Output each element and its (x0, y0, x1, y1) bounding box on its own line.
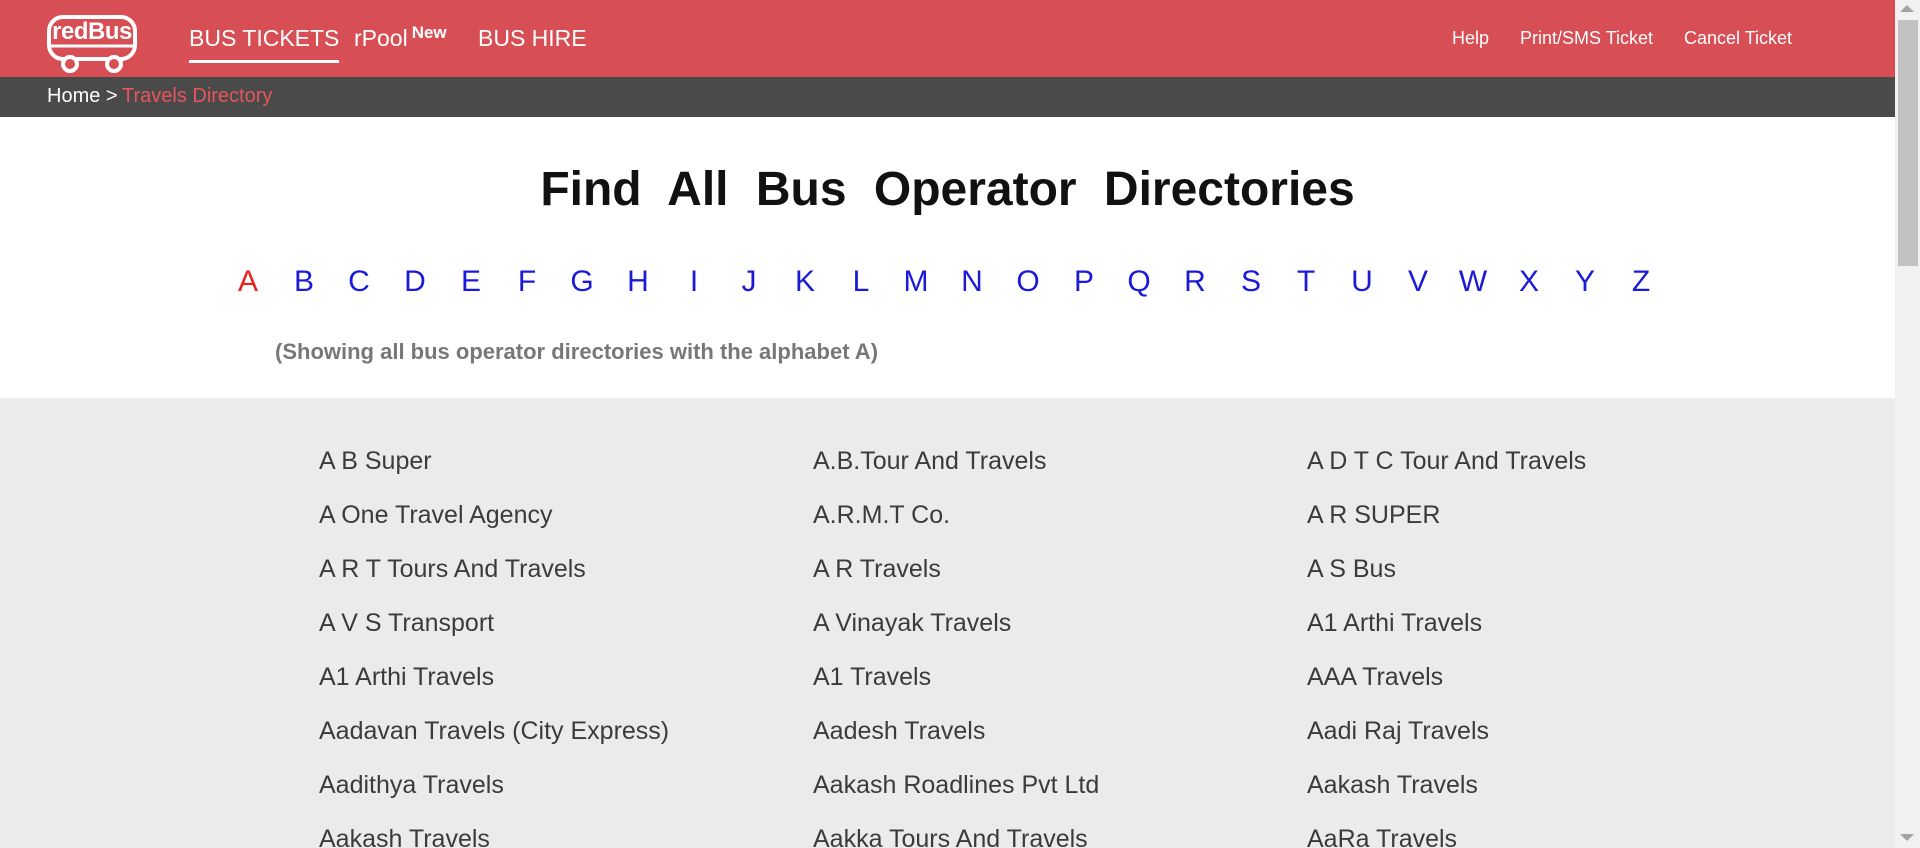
new-badge: New (411, 23, 447, 42)
operator-link[interactable]: A R Travels (813, 555, 941, 584)
alphabet-letter-a[interactable]: A (228, 265, 268, 299)
alphabet-letter-j[interactable]: J (729, 265, 769, 299)
scroll-down-icon[interactable] (1900, 834, 1914, 841)
operator-link[interactable]: A D T C Tour And Travels (1307, 447, 1586, 476)
nav-bus-tickets-label: BUS TICKETS (189, 25, 340, 51)
alphabet-letter-l[interactable]: L (841, 265, 881, 299)
alphabet-letter-q[interactable]: Q (1119, 265, 1159, 299)
redbus-logo[interactable]: redBus (46, 14, 138, 74)
alphabet-letter-v[interactable]: V (1398, 265, 1438, 299)
directory-header-panel: Find All Bus Operator Directories ABCDEF… (0, 117, 1895, 398)
alphabet-letter-o[interactable]: O (1008, 265, 1048, 299)
alphabet-letter-m[interactable]: M (896, 265, 936, 299)
alphabet-letter-t[interactable]: T (1286, 265, 1326, 299)
page-title: Find All Bus Operator Directories (540, 163, 1355, 216)
operator-link[interactable]: A R SUPER (1307, 501, 1440, 530)
breadcrumb-current: Travels Directory (122, 85, 273, 107)
operator-link[interactable]: Aadithya Travels (319, 771, 504, 800)
alphabet-letter-e[interactable]: E (451, 265, 491, 299)
alphabet-letter-c[interactable]: C (339, 265, 379, 299)
operator-link[interactable]: A1 Travels (813, 663, 931, 692)
alphabet-letter-f[interactable]: F (507, 265, 547, 299)
alphabet-letter-d[interactable]: D (395, 265, 435, 299)
breadcrumb-home[interactable]: Home > (47, 85, 118, 108)
alphabet-letter-g[interactable]: G (562, 265, 602, 299)
alphabet-letter-w[interactable]: W (1453, 265, 1493, 299)
logo-text: redBus (52, 18, 132, 45)
nav-rpool[interactable]: rPool New (354, 23, 447, 52)
showing-note: (Showing all bus operator directories wi… (275, 339, 879, 364)
operator-link[interactable]: A.B.Tour And Travels (813, 447, 1046, 476)
nav-bus-hire-label: BUS HIRE (478, 25, 587, 51)
operator-link[interactable]: AAA Travels (1307, 663, 1443, 692)
scroll-up-icon[interactable] (1900, 5, 1914, 12)
operator-link[interactable]: A One Travel Agency (319, 501, 552, 530)
alphabet-letter-r[interactable]: R (1175, 265, 1215, 299)
alphabet-letter-i[interactable]: I (674, 265, 714, 299)
operator-link[interactable]: AaRa Travels (1307, 825, 1457, 848)
alphabet-letter-s[interactable]: S (1231, 265, 1271, 299)
operator-link[interactable]: A V S Transport (319, 609, 494, 638)
scrollbar-thumb[interactable] (1898, 20, 1918, 266)
top-navigation-bar: redBus BUS TICKETS rPool New BUS HIRE Hel… (0, 0, 1895, 77)
nav-bus-tickets[interactable]: BUS TICKETS (189, 25, 340, 63)
operator-link[interactable]: A Vinayak Travels (813, 609, 1011, 638)
operator-link[interactable]: A1 Arthi Travels (319, 663, 494, 692)
operator-link[interactable]: Aadi Raj Travels (1307, 717, 1489, 746)
alphabet-letter-u[interactable]: U (1342, 265, 1382, 299)
operator-link[interactable]: Aadesh Travels (813, 717, 985, 746)
operator-link[interactable]: Aakka Tours And Travels (813, 825, 1088, 848)
breadcrumb: Home > Travels Directory (0, 77, 1895, 117)
operator-link[interactable]: A B Super (319, 447, 432, 476)
operator-link[interactable]: A R T Tours And Travels (319, 555, 586, 584)
alphabet-filter: ABCDEFGHIJKLMNOPQRSTUVWXYZ (0, 265, 1895, 305)
operator-link[interactable]: Aakash Travels (319, 825, 490, 848)
cancel-ticket-link[interactable]: Cancel Ticket (1684, 28, 1792, 49)
print-sms-ticket-link[interactable]: Print/SMS Ticket (1520, 28, 1653, 49)
alphabet-letter-y[interactable]: Y (1565, 265, 1605, 299)
operator-link[interactable]: Aadavan Travels (City Express) (319, 717, 669, 746)
operator-list: A B Super A.B.Tour And Travels A D T C Tou… (0, 398, 1895, 848)
alphabet-letter-h[interactable]: H (618, 265, 658, 299)
alphabet-letter-k[interactable]: K (785, 265, 825, 299)
operator-link[interactable]: A S Bus (1307, 555, 1396, 584)
alphabet-letter-p[interactable]: P (1064, 265, 1104, 299)
operator-link[interactable]: A1 Arthi Travels (1307, 609, 1482, 638)
operator-link[interactable]: Aakash Roadlines Pvt Ltd (813, 771, 1099, 800)
alphabet-letter-x[interactable]: X (1509, 265, 1549, 299)
alphabet-letter-b[interactable]: B (284, 265, 324, 299)
operator-link[interactable]: Aakash Travels (1307, 771, 1478, 800)
operator-link[interactable]: A.R.M.T Co. (813, 501, 950, 530)
alphabet-letter-z[interactable]: Z (1621, 265, 1661, 299)
alphabet-letter-n[interactable]: N (952, 265, 992, 299)
nav-rpool-label: rPool (354, 25, 408, 51)
help-link[interactable]: Help (1452, 28, 1489, 49)
nav-bus-hire[interactable]: BUS HIRE (478, 25, 587, 52)
